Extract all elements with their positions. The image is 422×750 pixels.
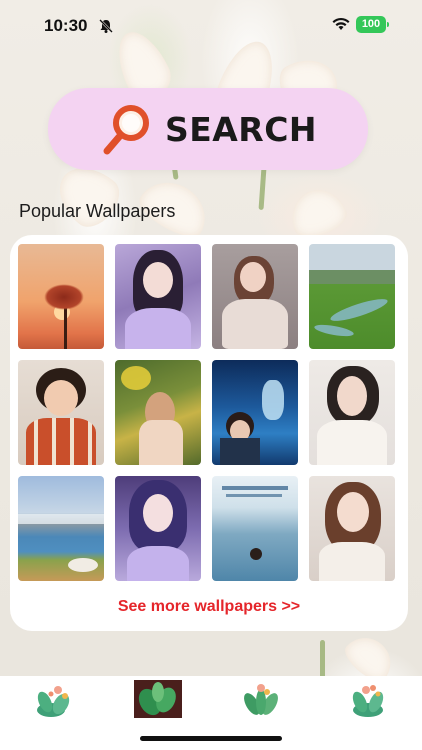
ocean-poster-wallpaper[interactable]	[212, 476, 298, 581]
search-button[interactable]: SEARCH	[48, 88, 368, 170]
smiling-woman-wallpaper[interactable]	[309, 476, 395, 581]
sunset-tree-wallpaper[interactable]	[18, 244, 104, 349]
sitting-girl-wallpaper[interactable]	[212, 244, 298, 349]
child-wallpaper[interactable]	[18, 360, 104, 465]
floral-tab-1[interactable]	[31, 680, 77, 720]
leaf-icon	[138, 682, 176, 716]
green-valley-wallpaper[interactable]	[309, 244, 395, 349]
wallpaper-card: See more wallpapers >>	[10, 235, 408, 631]
see-more-link[interactable]: See more wallpapers >>	[10, 598, 408, 616]
section-title: Popular Wallpapers	[19, 201, 176, 221]
home-indicator	[140, 736, 282, 741]
floral-icon	[37, 686, 70, 717]
floral-icon	[352, 685, 384, 717]
underwater-poster-wallpaper[interactable]	[212, 360, 298, 465]
status-time: 10:30	[44, 16, 88, 35]
floral-tab-4[interactable]	[346, 680, 392, 720]
purple-hair-girl-wallpaper[interactable]	[115, 476, 201, 581]
battery-indicator: 100	[356, 16, 389, 33]
bell-slash-icon	[99, 19, 113, 33]
floral-icon	[244, 684, 278, 715]
leaf-tab-selected[interactable]	[134, 680, 182, 718]
status-bar: 10:30 100	[0, 0, 422, 50]
floral-tab-3[interactable]	[238, 680, 284, 720]
purple-girl-wallpaper[interactable]	[115, 244, 201, 349]
search-label: SEARCH	[164, 109, 318, 149]
lake-landscape-wallpaper[interactable]	[18, 476, 104, 581]
wifi-icon	[332, 17, 350, 30]
magnifier-icon	[103, 105, 149, 155]
flower-girl-wallpaper[interactable]	[115, 360, 201, 465]
portrait-woman-wallpaper[interactable]	[309, 360, 395, 465]
wallpaper-grid	[18, 244, 395, 581]
